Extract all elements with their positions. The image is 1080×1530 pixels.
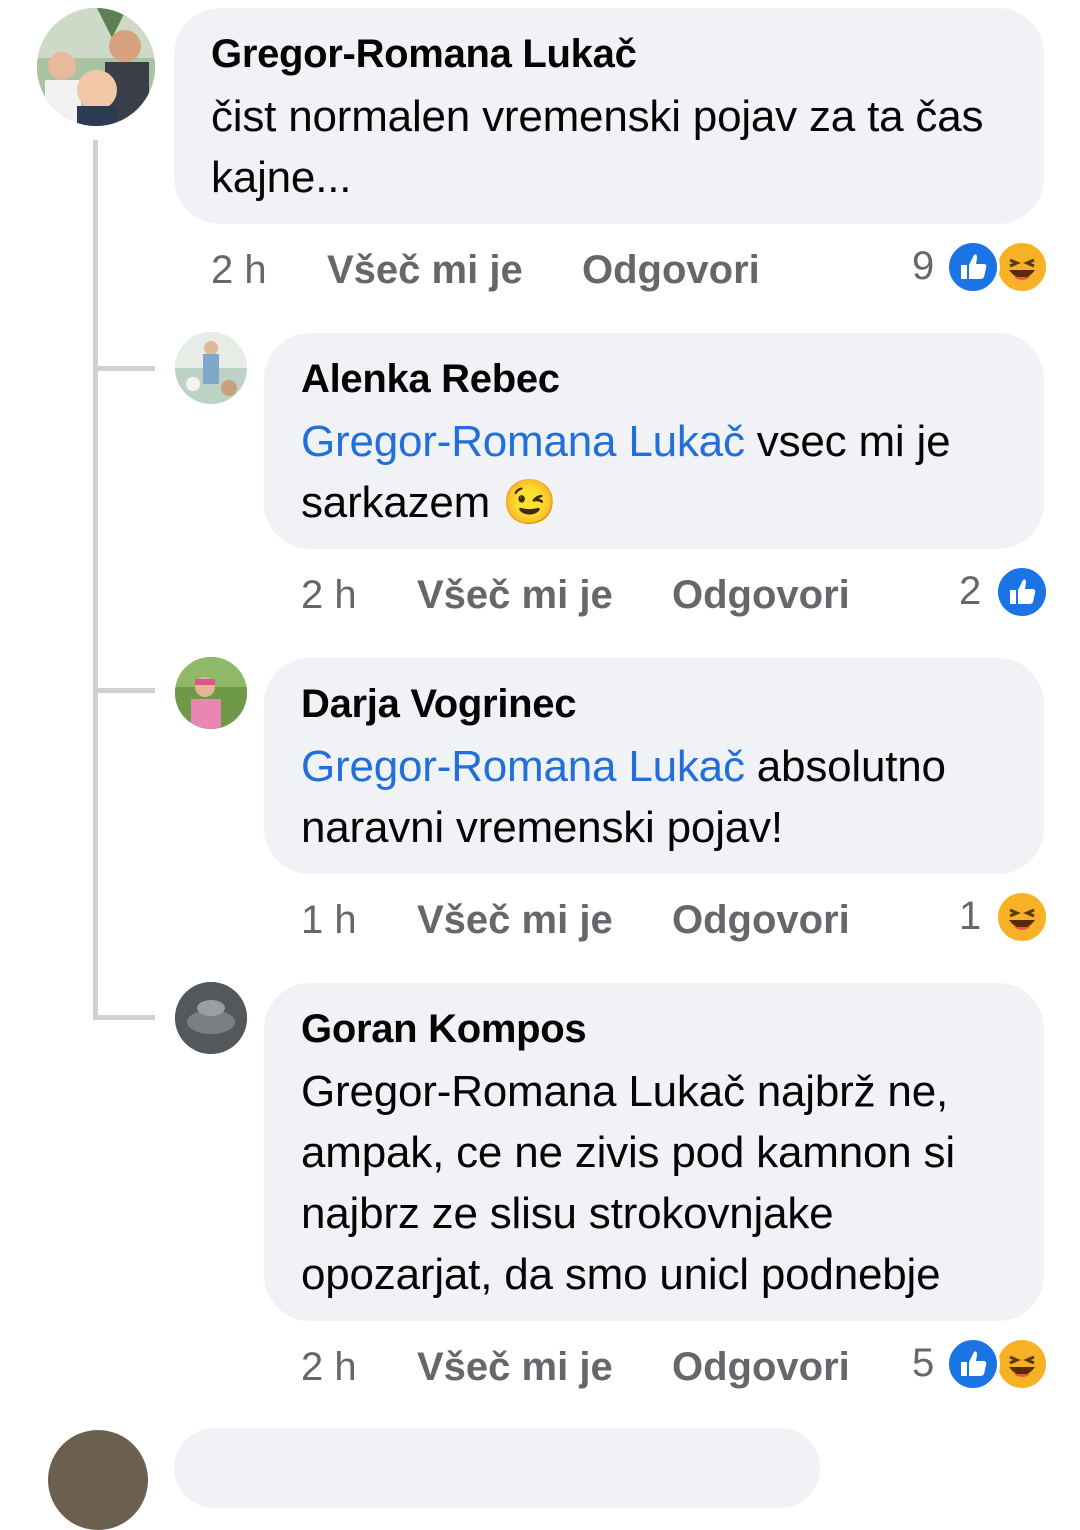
avatar[interactable] [175, 332, 247, 404]
haha-icon[interactable] [995, 1337, 1049, 1391]
thread-line-branch [93, 1015, 155, 1020]
comment-time[interactable]: 1 h [301, 898, 357, 943]
like-icon[interactable] [995, 565, 1049, 619]
comment-bubble [174, 1428, 820, 1508]
avatar[interactable] [37, 8, 155, 126]
haha-icon[interactable] [995, 890, 1049, 944]
comment-text: Gregor-Romana Lukač najbrž ne, ampak, ce… [301, 1061, 1021, 1305]
comment-author[interactable]: Alenka Rebec [301, 357, 560, 402]
comment-text: čist normalen vremenski pojav za ta čas … [211, 86, 1011, 208]
comment-author[interactable]: Darja Vogrinec [301, 682, 576, 727]
comment-text: Gregor-Romana Lukač absolutno naravni vr… [301, 736, 1021, 858]
mention-link[interactable]: Gregor-Romana Lukač [301, 742, 745, 791]
profile-photo-icon [175, 332, 247, 404]
thread-line-branch [93, 688, 155, 693]
comment-body: Gregor-Romana Lukač najbrž ne, ampak, ce… [301, 1067, 955, 1299]
reaction-count[interactable]: 2 [959, 569, 981, 614]
mention-link[interactable]: Gregor-Romana Lukač [301, 417, 745, 466]
reaction-count[interactable]: 9 [912, 244, 934, 289]
like-button[interactable]: Všeč mi je [417, 898, 613, 943]
thread-line-branch [93, 366, 155, 371]
like-button[interactable]: Všeč mi je [417, 1345, 613, 1390]
like-icon[interactable] [946, 1337, 1000, 1391]
like-button[interactable]: Všeč mi je [327, 248, 523, 293]
reply-button[interactable]: Odgovori [672, 573, 850, 618]
comment-author[interactable]: Goran Kompos [301, 1007, 587, 1052]
reply-button[interactable]: Odgovori [582, 248, 760, 293]
profile-photo-icon [175, 657, 247, 729]
comment-text: Gregor-Romana Lukač vsec mi je sarkazem … [301, 411, 1021, 533]
like-button[interactable]: Všeč mi je [417, 573, 613, 618]
comment-time[interactable]: 2 h [301, 1345, 357, 1390]
reaction-count[interactable]: 5 [912, 1341, 934, 1386]
profile-photo-icon [175, 982, 247, 1054]
comment-time[interactable]: 2 h [211, 248, 267, 293]
haha-icon[interactable] [995, 240, 1049, 294]
avatar[interactable] [175, 657, 247, 729]
reply-button[interactable]: Odgovori [672, 898, 850, 943]
reply-button[interactable]: Odgovori [672, 1345, 850, 1390]
comment-time[interactable]: 2 h [301, 573, 357, 618]
reaction-count[interactable]: 1 [959, 894, 981, 939]
comment-author[interactable]: Gregor-Romana Lukač [211, 32, 637, 77]
thread-line-vertical [93, 140, 98, 1020]
like-icon[interactable] [946, 240, 1000, 294]
comment-body: čist normalen vremenski pojav za ta čas … [211, 92, 984, 202]
avatar[interactable] [175, 982, 247, 1054]
profile-photo-icon [37, 8, 155, 126]
avatar[interactable] [48, 1430, 148, 1530]
